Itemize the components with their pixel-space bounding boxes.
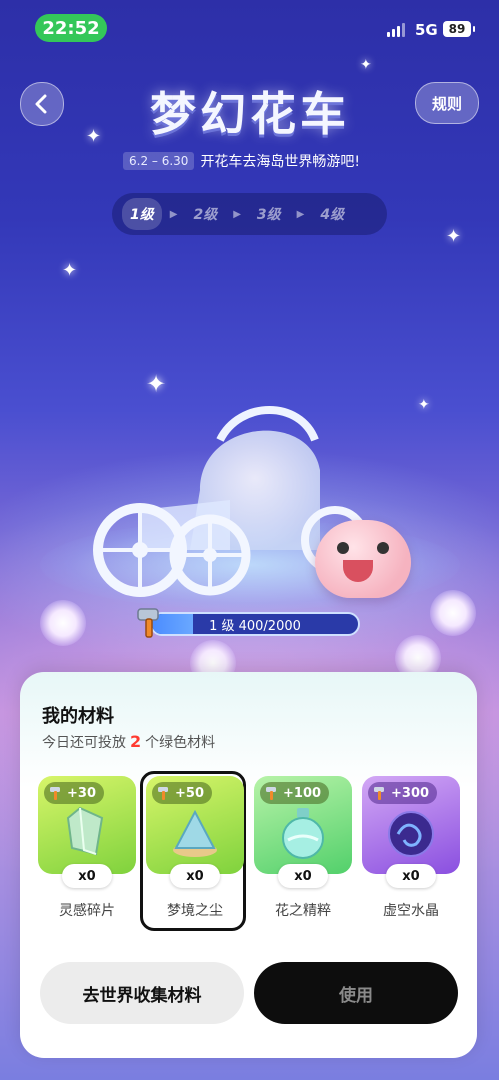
hammer-icon <box>137 608 159 638</box>
network-type: 5G <box>415 21 438 39</box>
bonus-value: +300 <box>391 785 430 801</box>
material-item-inspiration-shard[interactable]: +30 x0 灵感碎片 <box>38 776 136 926</box>
back-button[interactable] <box>20 82 64 126</box>
material-name: 花之精粹 <box>275 903 331 919</box>
progress-text: 1 级 400/2000 <box>209 618 301 634</box>
status-time: 22:52 <box>35 14 107 42</box>
sparkle-icon: ✦ <box>86 126 102 147</box>
material-count: x0 <box>62 864 112 888</box>
materials-panel: 我的材料 今日还可投放 2 个绿色材料 +30 x0 灵感碎片 +50 x0 梦… <box>20 672 477 1058</box>
material-count: x0 <box>386 864 436 888</box>
flower-decoration <box>40 600 86 646</box>
battery-icon: 89 <box>443 21 475 37</box>
battery-level: 89 <box>448 22 466 36</box>
bonus-badge: +50 <box>152 782 212 804</box>
desc-prefix: 今日还可投放 <box>42 735 126 751</box>
desc-suffix: 个绿色材料 <box>145 735 216 751</box>
bonus-badge: +300 <box>368 782 438 804</box>
pig-eye <box>377 542 389 554</box>
hammer-icon <box>266 787 276 800</box>
bonus-badge: +100 <box>260 782 330 804</box>
crystal-shard-icon <box>66 806 104 856</box>
material-item-flower-essence[interactable]: +100 x0 花之精粹 <box>254 776 352 926</box>
level-progress-bar: 1 级 400/2000 <box>150 612 360 636</box>
bonus-value: +100 <box>283 785 322 801</box>
collect-materials-button[interactable]: 去世界收集材料 <box>40 962 244 1024</box>
tab-level-1[interactable]: 1级 <box>122 198 162 230</box>
level-tabs: 1级 ▶ 2级 ▶ 3级 ▶ 4级 <box>112 193 387 235</box>
material-name: 虚空水晶 <box>383 903 439 919</box>
hammer-icon <box>374 787 384 800</box>
chevron-left-icon <box>35 94 47 114</box>
material-item-void-crystal[interactable]: +300 x0 虚空水晶 <box>362 776 460 926</box>
event-subtitle: 6.2 – 6.30 开花车去海岛世界畅游吧! <box>123 151 360 171</box>
sparkle-icon: ✦ <box>360 57 372 73</box>
sparkle-icon: ✦ <box>62 260 78 281</box>
material-name: 灵感碎片 <box>59 903 115 919</box>
sparkle-icon: ✦ <box>446 226 462 247</box>
pig-eye <box>337 542 349 554</box>
material-count: x0 <box>278 864 328 888</box>
flower-essence-icon <box>282 808 324 859</box>
page-title: 梦幻花车 <box>150 87 350 141</box>
hammer-icon <box>158 787 168 800</box>
bonus-value: +50 <box>175 785 204 801</box>
tab-level-3[interactable]: 3级 <box>249 198 289 230</box>
rules-button[interactable]: 规则 <box>415 82 479 124</box>
tab-level-2[interactable]: 2级 <box>185 198 225 230</box>
material-name: 梦境之尘 <box>167 903 223 919</box>
material-item-dream-dust[interactable]: +50 x0 梦境之尘 <box>140 771 246 931</box>
date-range: 6.2 – 6.30 <box>123 152 195 170</box>
subtitle-text: 开花车去海岛世界畅游吧! <box>200 154 361 170</box>
use-button[interactable]: 使用 <box>254 962 458 1024</box>
hammer-icon <box>50 787 60 800</box>
materials-list: +30 x0 灵感碎片 +50 x0 梦境之尘 +100 x0 花之精粹 +30… <box>36 771 462 931</box>
tab-level-4[interactable]: 4级 <box>312 198 352 230</box>
bonus-value: +30 <box>67 785 96 801</box>
bonus-badge: +30 <box>44 782 104 804</box>
void-crystal-icon <box>388 811 434 857</box>
signal-icon <box>387 23 405 37</box>
chevron-right-icon: ▶ <box>169 208 178 220</box>
dream-dust-icon <box>173 809 217 857</box>
status-bar: 22:52 5G 89 <box>0 0 499 56</box>
pig-mouth <box>343 560 373 582</box>
flower-decoration <box>430 590 476 636</box>
panel-description: 今日还可投放 2 个绿色材料 <box>42 732 215 752</box>
material-count: x0 <box>170 864 220 888</box>
pig-mascot <box>315 520 411 598</box>
chevron-right-icon: ▶ <box>233 208 241 220</box>
panel-title: 我的材料 <box>42 706 114 727</box>
remaining-count: 2 <box>130 732 142 751</box>
chevron-right-icon: ▶ <box>296 208 305 220</box>
